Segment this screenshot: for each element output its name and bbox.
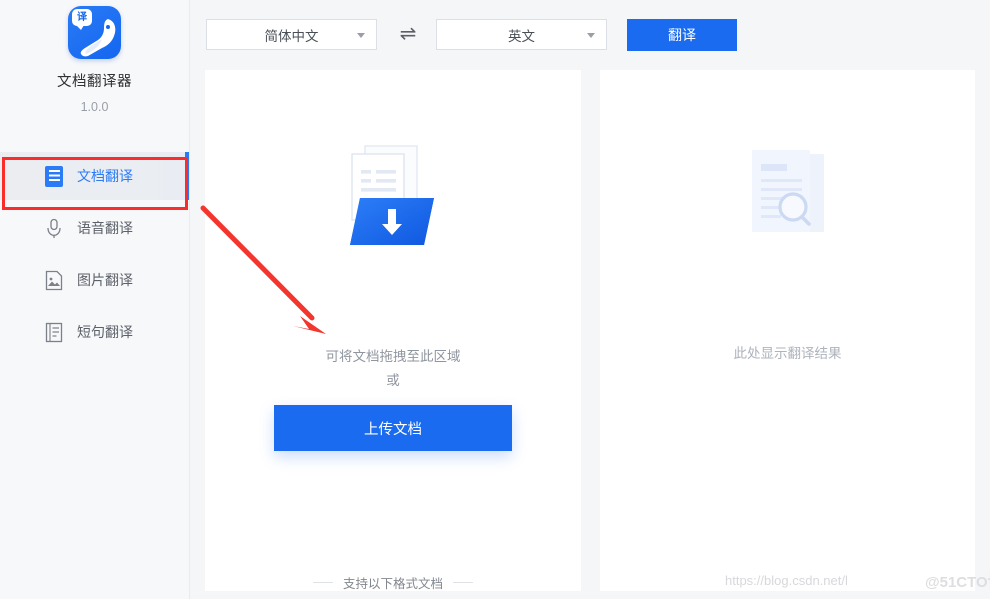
sidebar-item-image-translate[interactable]: 图片翻译	[0, 256, 189, 304]
upload-document-button[interactable]: 上传文档	[274, 405, 512, 451]
sidebar-item-label: 语音翻译	[77, 218, 133, 238]
app-window: 译 文档翻译器 1.0.0 文档翻译 语音翻译	[0, 0, 990, 599]
target-language-select[interactable]: 英文	[436, 19, 607, 50]
result-panel: 此处显示翻译结果	[600, 70, 975, 591]
toolbar: 简体中文 ⇌ 英文 翻译	[190, 0, 990, 70]
chevron-down-icon	[587, 33, 595, 38]
sidebar: 译 文档翻译器 1.0.0 文档翻译 语音翻译	[0, 0, 190, 599]
chevron-down-icon	[357, 33, 365, 38]
result-placeholder-text: 此处显示翻译结果	[600, 342, 975, 362]
image-icon	[44, 269, 64, 291]
watermark-brand: @51CTO博客	[925, 571, 990, 592]
divider-left	[313, 582, 333, 583]
text-lines-icon	[44, 321, 64, 343]
divider-right	[453, 582, 473, 583]
document-search-icon	[736, 142, 841, 262]
app-logo-icon: 译	[68, 6, 121, 59]
supported-formats-label: 支持以下格式文档	[343, 573, 443, 592]
app-version: 1.0.0	[0, 100, 189, 114]
supported-formats-heading: 支持以下格式文档	[205, 573, 581, 592]
swap-languages-button[interactable]: ⇌	[392, 22, 424, 46]
drop-hint-text: 可将文档拖拽至此区域	[205, 345, 581, 365]
swap-arrows-icon: ⇌	[400, 23, 417, 45]
sidebar-item-voice-translate[interactable]: 语音翻译	[0, 204, 189, 252]
sidebar-item-phrase-translate[interactable]: 短句翻译	[0, 308, 189, 356]
sidebar-item-label: 短句翻译	[77, 322, 133, 342]
sidebar-item-label: 图片翻译	[77, 270, 133, 290]
source-language-select[interactable]: 简体中文	[206, 19, 377, 50]
translate-button[interactable]: 翻译	[627, 19, 737, 51]
sidebar-nav: 文档翻译 语音翻译	[0, 152, 189, 356]
watermark: https://blog.csdn.net/l @51CTO博客	[725, 571, 990, 593]
app-title: 文档翻译器	[0, 70, 189, 91]
target-language-value: 英文	[508, 25, 535, 45]
or-text: 或	[205, 369, 581, 389]
microphone-icon	[44, 217, 64, 239]
brand-block: 译 文档翻译器 1.0.0	[0, 0, 189, 114]
sidebar-item-label: 文档翻译	[77, 166, 133, 186]
document-download-icon	[338, 140, 448, 260]
watermark-url: https://blog.csdn.net/l	[725, 573, 848, 588]
translate-bubble-icon: 译	[72, 9, 92, 26]
upload-panel[interactable]: 可将文档拖拽至此区域 或 上传文档 支持以下格式文档 W Word X E	[205, 70, 581, 591]
document-icon	[44, 165, 64, 187]
source-language-value: 简体中文	[265, 25, 319, 45]
sidebar-item-document-translate[interactable]: 文档翻译	[0, 152, 189, 200]
